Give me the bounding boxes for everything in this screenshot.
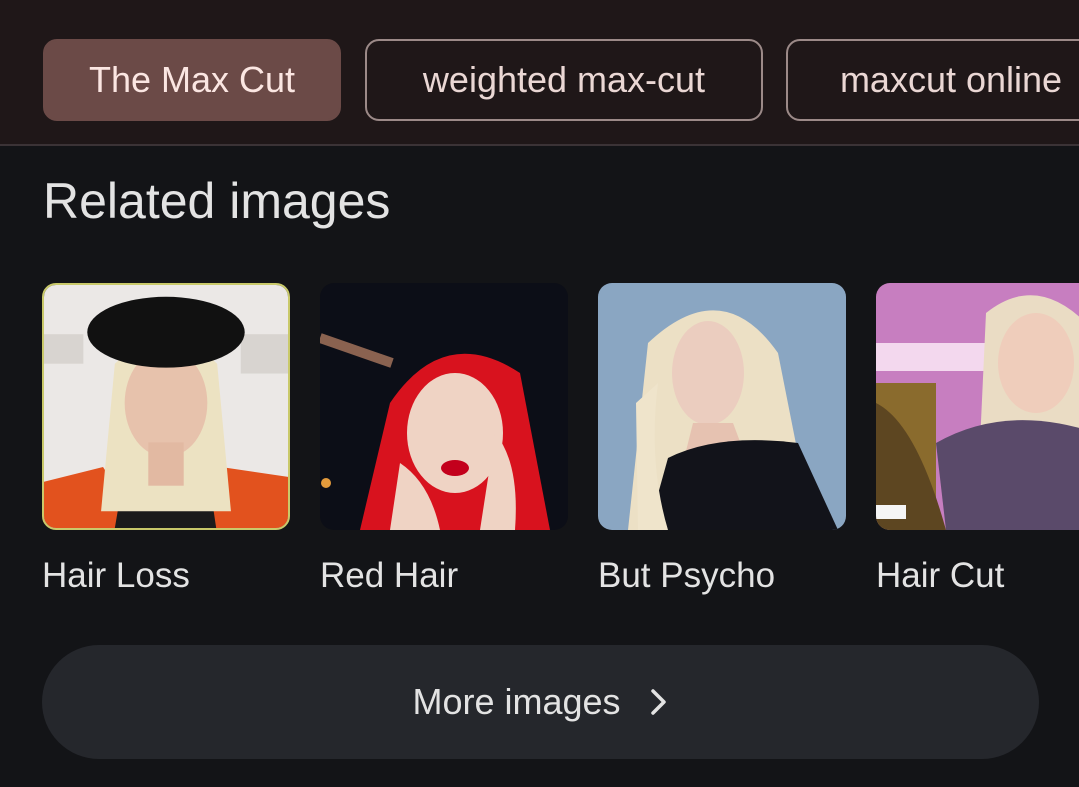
related-image-thumbnail[interactable] xyxy=(320,283,568,530)
related-image-thumbnail[interactable] xyxy=(42,283,290,530)
portrait-photo xyxy=(876,283,1079,530)
chip-maxcut-online[interactable]: maxcut online xyxy=(786,39,1079,121)
related-image-card-hair-cut[interactable]: Hair Cut xyxy=(876,283,1079,596)
related-image-thumbnail[interactable] xyxy=(598,283,846,530)
related-image-card-red-hair[interactable]: Red Hair xyxy=(320,283,568,596)
related-images-title: Related images xyxy=(43,173,391,229)
chevron-right-icon xyxy=(649,687,669,717)
portrait-photo xyxy=(320,283,568,530)
portrait-photo xyxy=(598,283,846,530)
search-chips-bar: The Max Cut weighted max-cut maxcut onli… xyxy=(0,0,1079,146)
related-image-label: Hair Cut xyxy=(876,556,1005,595)
related-image-label: Red Hair xyxy=(320,556,459,595)
chip-the-max-cut[interactable]: The Max Cut xyxy=(43,39,341,121)
related-image-card-hair-loss[interactable]: Hair Loss xyxy=(42,283,290,596)
related-image-label: But Psycho xyxy=(598,556,776,595)
more-images-label: More images xyxy=(412,681,621,722)
more-images-button[interactable]: More images xyxy=(42,645,1039,759)
related-image-thumbnail[interactable] xyxy=(876,283,1079,530)
related-image-card-but-psycho[interactable]: But Psycho xyxy=(598,283,846,596)
portrait-photo xyxy=(44,285,288,528)
related-image-label: Hair Loss xyxy=(42,556,190,595)
chip-weighted-max-cut[interactable]: weighted max-cut xyxy=(365,39,763,121)
